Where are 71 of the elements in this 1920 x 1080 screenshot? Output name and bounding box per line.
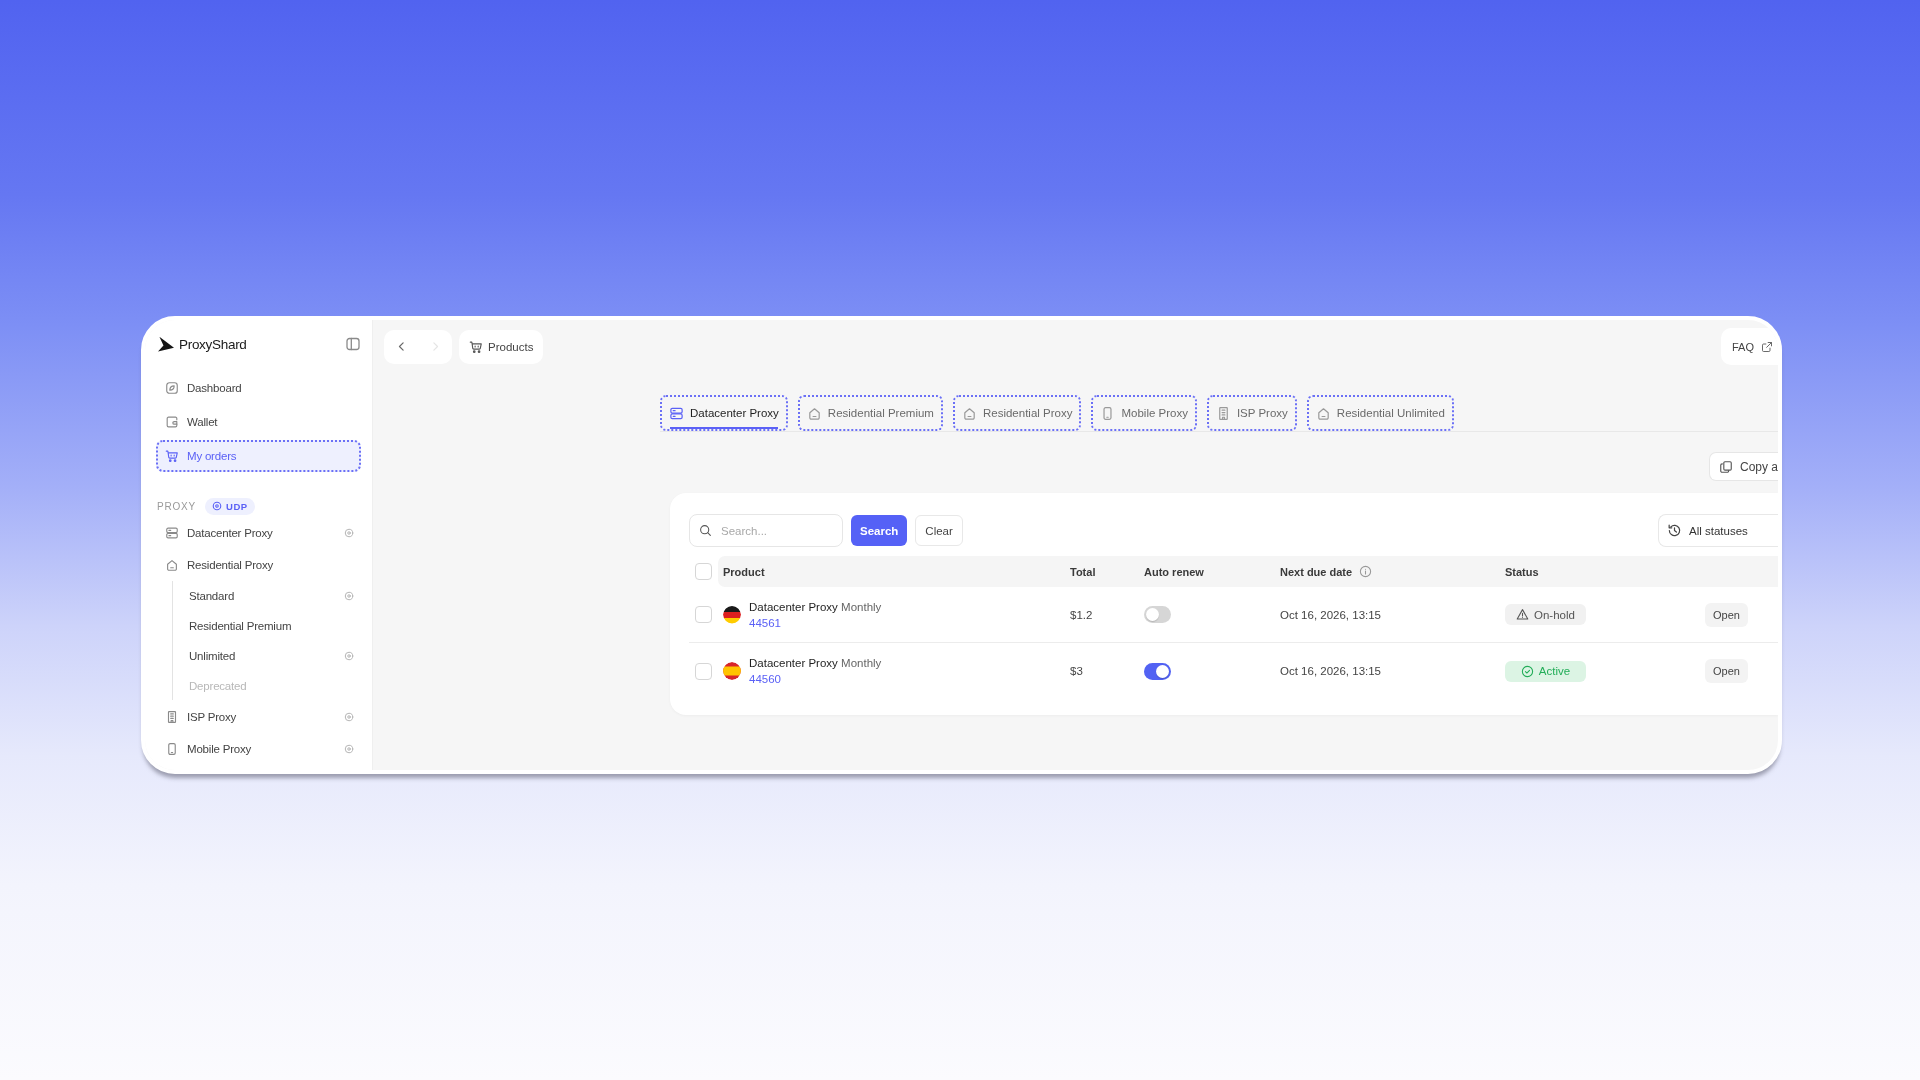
product-name: Datacenter Proxy Monthly [749, 657, 882, 669]
order-id-link[interactable]: 44561 [749, 616, 781, 629]
server-icon [165, 526, 179, 540]
order-total: $1.2 [1070, 608, 1093, 621]
cart-icon [469, 339, 483, 354]
checkbox[interactable] [695, 606, 712, 623]
sidebar-item[interactable]: Residential Proxy [156, 550, 361, 580]
sidebar-item[interactable]: Mobile Proxy [156, 734, 361, 764]
faq-link[interactable]: FAQ [1721, 328, 1778, 365]
search-icon [699, 524, 712, 537]
tab[interactable]: Residential Premium [797, 395, 943, 431]
sidebar-subitem[interactable]: Unlimited [173, 641, 361, 670]
tab[interactable]: Residential Proxy [952, 395, 1082, 431]
check-circle-icon [1520, 664, 1534, 678]
sidebar-item[interactable]: Datacenter Proxy [156, 518, 361, 548]
server-icon [669, 405, 684, 421]
search-button[interactable]: Search [851, 515, 908, 546]
brand-name: ProxyShard [179, 336, 248, 352]
tab[interactable]: Datacenter Proxy [660, 395, 788, 431]
product-name: Datacenter Proxy Monthly [749, 600, 882, 613]
tab[interactable]: Mobile Proxy [1091, 395, 1197, 431]
copy-icon [1718, 459, 1733, 474]
due-date: Oct 16, 2026, 13:15 [1280, 608, 1382, 621]
nav-item[interactable]: Dashboard [156, 372, 361, 404]
due-date: Oct 16, 2026, 13:15 [1280, 665, 1382, 677]
logo-icon [157, 336, 175, 352]
warning-icon [1516, 608, 1530, 621]
order-total: $3 [1070, 665, 1083, 677]
section-label: PROXY [157, 500, 196, 512]
order-id-link[interactable]: 44560 [749, 673, 781, 685]
column-header: Status [1505, 565, 1539, 578]
flag-icon [723, 605, 741, 624]
building-icon [165, 710, 179, 724]
sidebar-subitem[interactable]: Residential Premium [173, 611, 361, 640]
clear-button[interactable]: Clear [915, 515, 963, 546]
house-icon [961, 405, 977, 421]
house-icon [806, 405, 822, 421]
copy-button[interactable]: Copy a [1708, 452, 1778, 481]
column-header: Total [1070, 565, 1096, 578]
flag-icon [723, 662, 741, 680]
sidebar-subitem[interactable]: Standard [173, 581, 361, 610]
open-button[interactable]: Open [1705, 659, 1748, 683]
auto-renew-toggle[interactable] [1144, 662, 1171, 680]
house-icon [1315, 405, 1331, 421]
house-icon [165, 558, 179, 572]
protocol-label: UDP [226, 500, 248, 512]
open-button[interactable]: Open [1705, 602, 1748, 627]
status-label: On-hold [1534, 608, 1575, 621]
nav-item[interactable]: Wallet [156, 406, 361, 438]
column-header: Next due date [1280, 565, 1353, 578]
checkbox[interactable] [695, 662, 712, 680]
history-icon [1667, 523, 1682, 538]
sidebar-panel-icon[interactable] [345, 336, 361, 352]
status-filter[interactable]: All statuses [1658, 514, 1778, 547]
external-link-icon [1761, 340, 1773, 353]
tab[interactable]: ISP Proxy [1206, 395, 1297, 431]
status-label: Active [1538, 665, 1571, 677]
wallet-icon [165, 415, 179, 429]
column-header: Product [723, 565, 765, 578]
column-header: Auto renew [1144, 565, 1204, 578]
checkbox[interactable] [695, 563, 712, 580]
auto-renew-toggle[interactable] [1144, 606, 1171, 623]
tab[interactable]: Residential Unlimited [1306, 395, 1454, 431]
nav-item[interactable]: My orders [156, 440, 361, 472]
phone-icon [165, 742, 179, 756]
search-field[interactable]: Search... [689, 514, 843, 547]
sidebar-item[interactable]: ISP Proxy [156, 702, 361, 732]
leaf-icon [165, 381, 179, 395]
cart-icon [165, 449, 179, 463]
products-button[interactable]: Products [459, 329, 544, 364]
dot-circle-icon [212, 501, 222, 511]
